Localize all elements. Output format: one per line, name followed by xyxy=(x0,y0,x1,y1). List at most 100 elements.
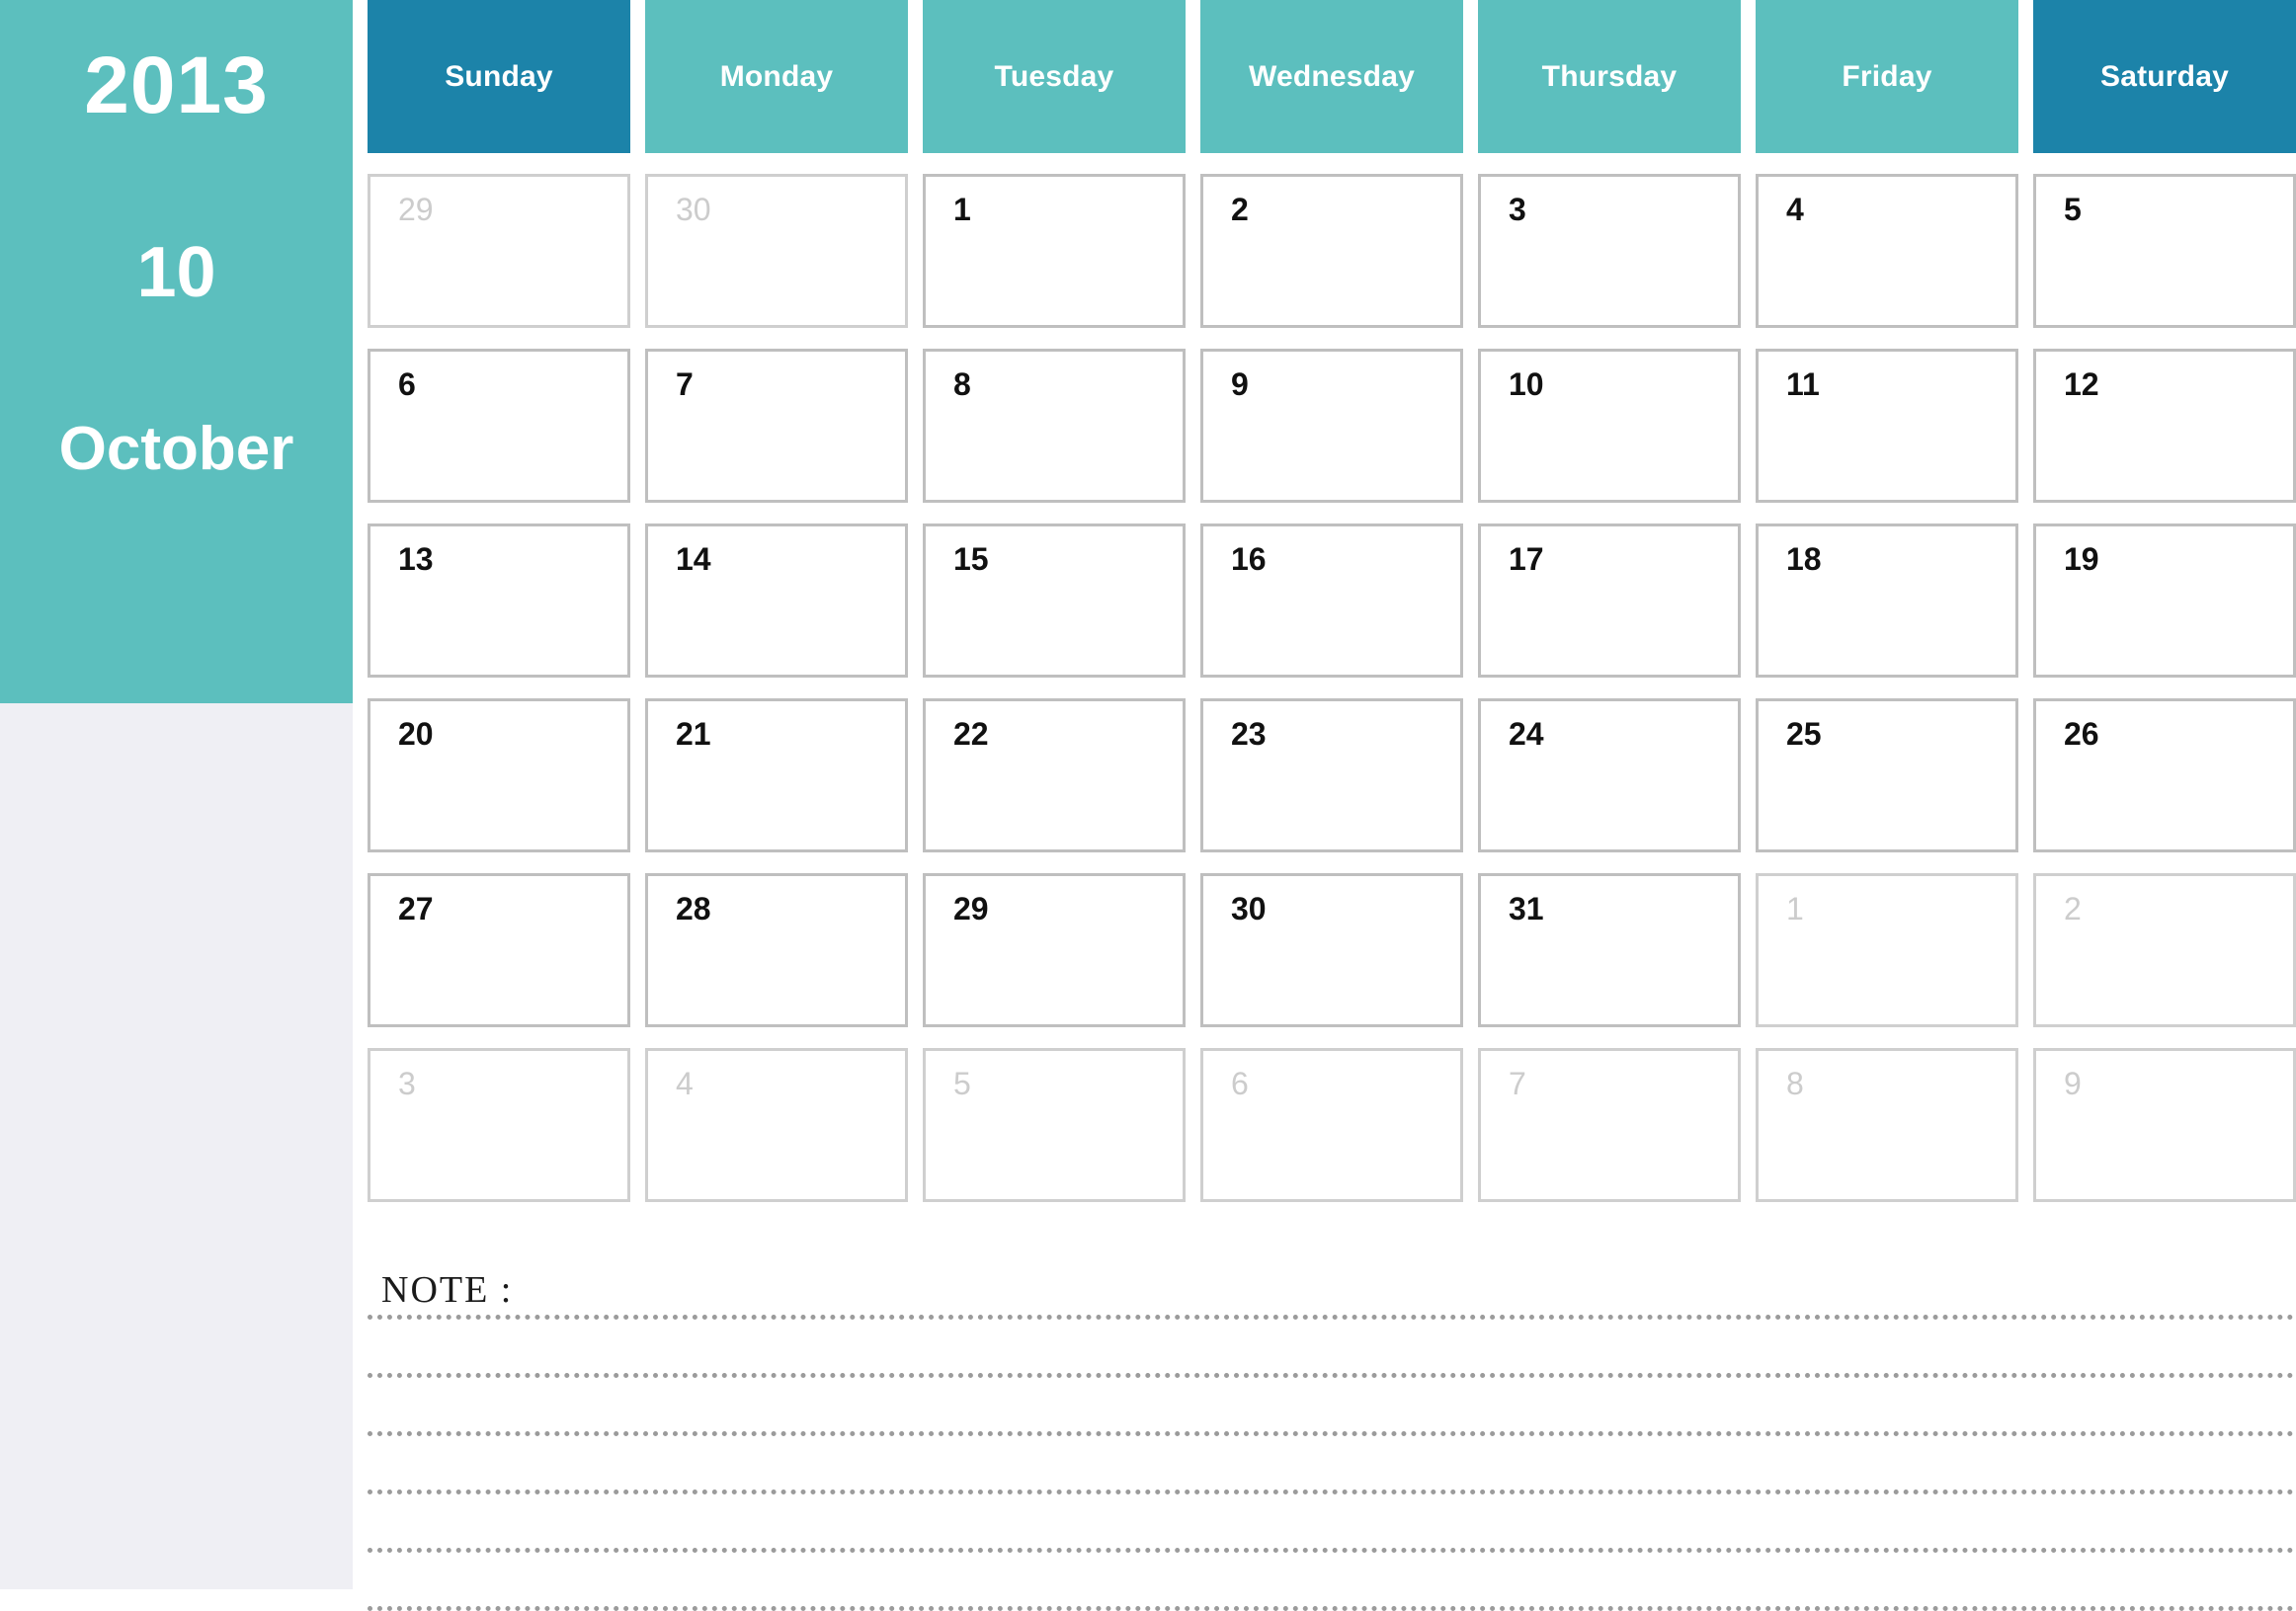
day-number: 27 xyxy=(398,891,434,926)
day-cell[interactable]: 27 xyxy=(368,873,630,1027)
day-cell[interactable]: 2 xyxy=(1200,174,1463,328)
note-line[interactable] xyxy=(368,1373,2296,1378)
day-cell[interactable]: 23 xyxy=(1200,698,1463,852)
weekday-header-monday: Monday xyxy=(645,0,908,153)
day-cell[interactable]: 11 xyxy=(1756,349,2018,503)
note-line[interactable] xyxy=(368,1490,2296,1494)
day-cell[interactable]: 7 xyxy=(645,349,908,503)
day-cell[interactable]: 22 xyxy=(923,698,1186,852)
day-number: 4 xyxy=(1786,192,1804,227)
day-number: 29 xyxy=(953,891,989,926)
weekday-header-friday: Friday xyxy=(1756,0,2018,153)
day-cell[interactable]: 4 xyxy=(1756,174,2018,328)
day-number: 11 xyxy=(1786,366,1820,402)
day-number: 17 xyxy=(1509,541,1544,577)
weekday-header-row: Sunday Monday Tuesday Wednesday Thursday Frid… xyxy=(368,0,2296,153)
note-line[interactable] xyxy=(368,1315,2296,1320)
day-cell[interactable]: 18 xyxy=(1756,524,2018,678)
day-number: 5 xyxy=(953,1066,971,1101)
day-number: 4 xyxy=(676,1066,694,1101)
day-cell[interactable]: 8 xyxy=(923,349,1186,503)
day-cell[interactable]: 13 xyxy=(368,524,630,678)
day-number: 1 xyxy=(953,192,971,227)
day-cell[interactable]: 31 xyxy=(1478,873,1741,1027)
day-number: 5 xyxy=(2064,192,2082,227)
weekday-header-thursday: Thursday xyxy=(1478,0,1741,153)
day-cell[interactable]: 16 xyxy=(1200,524,1463,678)
day-cell[interactable]: 12 xyxy=(2033,349,2296,503)
day-cell[interactable]: 5 xyxy=(923,1048,1186,1202)
day-number: 26 xyxy=(2064,716,2099,752)
day-number: 2 xyxy=(1231,192,1249,227)
weekday-header-tuesday: Tuesday xyxy=(923,0,1186,153)
day-cell[interactable]: 3 xyxy=(1478,174,1741,328)
day-number: 6 xyxy=(1231,1066,1249,1101)
day-number: 9 xyxy=(1231,366,1249,402)
weekday-header-wednesday: Wednesday xyxy=(1200,0,1463,153)
day-cell[interactable]: 10 xyxy=(1478,349,1741,503)
day-cell[interactable]: 15 xyxy=(923,524,1186,678)
day-cell[interactable]: 6 xyxy=(368,349,630,503)
day-number: 14 xyxy=(676,541,711,577)
calendar-main: Sunday Monday Tuesday Wednesday Thursday Frid… xyxy=(353,0,2296,1611)
day-number: 8 xyxy=(1786,1066,1804,1101)
calendar-week-row: 6 7 8 9 10 11 12 xyxy=(368,349,2296,503)
day-cell[interactable]: 1 xyxy=(923,174,1186,328)
day-number: 23 xyxy=(1231,716,1267,752)
day-number: 25 xyxy=(1786,716,1822,752)
day-cell[interactable]: 9 xyxy=(2033,1048,2296,1202)
day-number: 2 xyxy=(2064,891,2082,926)
day-number: 9 xyxy=(2064,1066,2082,1101)
day-cell[interactable]: 3 xyxy=(368,1048,630,1202)
note-section: NOTE : xyxy=(368,1271,2296,1611)
day-number: 3 xyxy=(1509,192,1526,227)
day-cell[interactable]: 29 xyxy=(368,174,630,328)
day-cell[interactable]: 28 xyxy=(645,873,908,1027)
day-number: 19 xyxy=(2064,541,2099,577)
day-cell[interactable]: 26 xyxy=(2033,698,2296,852)
day-cell[interactable]: 6 xyxy=(1200,1048,1463,1202)
day-number: 1 xyxy=(1786,891,1804,926)
day-cell[interactable]: 9 xyxy=(1200,349,1463,503)
calendar-week-row: 29 30 1 2 3 4 5 xyxy=(368,174,2296,328)
day-number: 13 xyxy=(398,541,434,577)
note-line[interactable] xyxy=(368,1548,2296,1553)
day-cell[interactable]: 19 xyxy=(2033,524,2296,678)
day-number: 10 xyxy=(1509,366,1544,402)
day-number: 12 xyxy=(2064,366,2099,402)
day-cell[interactable]: 5 xyxy=(2033,174,2296,328)
day-cell[interactable]: 14 xyxy=(645,524,908,678)
day-cell[interactable]: 20 xyxy=(368,698,630,852)
day-cell[interactable]: 30 xyxy=(645,174,908,328)
day-cell[interactable]: 1 xyxy=(1756,873,2018,1027)
day-cell[interactable]: 2 xyxy=(2033,873,2296,1027)
day-cell[interactable]: 8 xyxy=(1756,1048,2018,1202)
day-number: 3 xyxy=(398,1066,416,1101)
calendar-weeks: 29 30 1 2 3 4 5 6 7 8 9 10 11 12 13 14 15 16 17 18 19 20 21 22 2… xyxy=(368,174,2296,1202)
day-cell[interactable]: 30 xyxy=(1200,873,1463,1027)
note-line[interactable] xyxy=(368,1431,2296,1436)
day-number: 24 xyxy=(1509,716,1544,752)
day-number: 18 xyxy=(1786,541,1822,577)
day-cell[interactable]: 29 xyxy=(923,873,1186,1027)
day-cell[interactable]: 25 xyxy=(1756,698,2018,852)
day-cell[interactable]: 24 xyxy=(1478,698,1741,852)
day-number: 31 xyxy=(1509,891,1544,926)
calendar-year: 2013 xyxy=(84,40,269,130)
day-number: 22 xyxy=(953,716,989,752)
day-number: 20 xyxy=(398,716,434,752)
calendar-month-number: 10 xyxy=(136,233,216,312)
sidebar-title-band: 2013 10 October xyxy=(0,0,353,703)
day-number: 30 xyxy=(676,192,711,227)
note-lines xyxy=(368,1315,2296,1611)
day-number: 15 xyxy=(953,541,989,577)
day-cell[interactable]: 4 xyxy=(645,1048,908,1202)
day-number: 8 xyxy=(953,366,971,402)
note-line[interactable] xyxy=(368,1606,2296,1611)
day-cell[interactable]: 17 xyxy=(1478,524,1741,678)
day-number: 21 xyxy=(676,716,711,752)
day-cell[interactable]: 7 xyxy=(1478,1048,1741,1202)
day-cell[interactable]: 21 xyxy=(645,698,908,852)
sidebar: 2013 10 October xyxy=(0,0,353,1589)
calendar-month-name: October xyxy=(58,415,294,483)
